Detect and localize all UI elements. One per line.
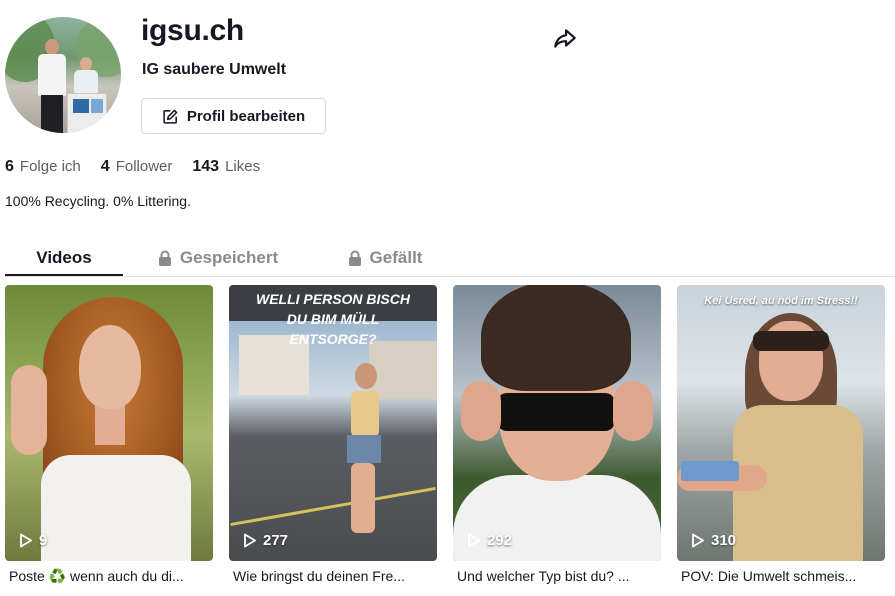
tab-liked-label: Gefällt: [369, 248, 423, 267]
video-caption[interactable]: Wie bringst du deinen Fre...: [233, 568, 443, 584]
tab-videos[interactable]: Videos: [5, 240, 123, 276]
thumb-hand: [613, 381, 653, 441]
thumb-hand: [11, 365, 47, 455]
avatar-stand-logo: [91, 99, 103, 113]
profile-page: igsu.ch IG saubere Umwelt Profil bearbei…: [0, 0, 895, 596]
avatar-person-body: [38, 54, 66, 96]
thumb-shorts: [347, 435, 381, 463]
stat-following[interactable]: 6 Folge ich: [5, 158, 81, 176]
video-caption-start: Poste: [9, 568, 45, 584]
stat-following-count: 6: [5, 158, 14, 175]
avatar-stand-logo: [73, 99, 89, 113]
thumb-face: [79, 325, 141, 409]
view-count-value: 310: [711, 532, 737, 549]
bio: 100% Recycling. 0% Littering.: [5, 193, 191, 209]
avatar-person-legs: [41, 95, 63, 133]
recycling-emoji: ♻️: [48, 568, 67, 584]
stat-followers-label: Follower: [115, 158, 173, 175]
profile-stats: 6 Folge ich 4 Follower 143 Likes: [5, 158, 260, 176]
thumb-overlay-text: Kei Usred, au nöd im Stress!!: [704, 295, 858, 307]
video-caption-end: wenn auch du di...: [66, 568, 184, 584]
thumb-neck: [95, 405, 125, 445]
lock-icon: [158, 250, 171, 266]
view-count-value: 277: [263, 532, 289, 549]
thumb-sunglasses: [497, 393, 615, 431]
play-icon: [244, 533, 256, 548]
tab-active-indicator: [5, 274, 123, 276]
stat-following-label: Folge ich: [19, 158, 81, 175]
stat-likes-count: 143: [192, 158, 220, 175]
stat-likes-label: Likes: [225, 158, 261, 175]
view-count: 9: [19, 532, 47, 549]
edit-profile-label: Profil bearbeiten: [186, 107, 306, 125]
video-card[interactable]: 9: [5, 285, 213, 561]
video-caption[interactable]: POV: Die Umwelt schmeis...: [681, 568, 891, 584]
profile-tabs: Videos Gespeichert Gefällt: [5, 240, 895, 277]
thumb-wrapper: [681, 461, 739, 481]
video-caption[interactable]: Und welcher Typ bist du? ...: [457, 568, 667, 584]
username: igsu.ch: [141, 14, 244, 47]
play-icon: [20, 533, 32, 548]
thumb-hair: [481, 285, 631, 391]
lock-icon: [348, 250, 361, 266]
thumb-hand: [461, 381, 501, 441]
thumb-legs: [351, 463, 375, 533]
view-count-value: 292: [487, 532, 513, 549]
thumb-body: [351, 391, 379, 437]
play-icon: [468, 533, 480, 548]
thumb-head: [355, 363, 377, 389]
stat-followers-count: 4: [100, 158, 110, 175]
view-count: 310: [691, 532, 736, 549]
video-thumbnail: WELLI PERSON BISCH DU BIM MÜLL ENTSORGE?: [229, 285, 437, 561]
play-icon: [692, 533, 704, 548]
video-card[interactable]: WELLI PERSON BISCH DU BIM MÜLL ENTSORGE?…: [229, 285, 437, 561]
avatar-person-head: [45, 39, 59, 55]
view-count: 277: [243, 532, 288, 549]
video-caption[interactable]: Poste ♻️ wenn auch du di...: [9, 568, 219, 585]
share-icon[interactable]: [552, 26, 578, 52]
edit-icon: [163, 109, 178, 124]
thumb-building: [369, 341, 437, 399]
avatar[interactable]: [5, 17, 121, 133]
nickname: IG saubere Umwelt: [142, 61, 287, 78]
thumb-sunglasses: [753, 331, 829, 351]
edit-profile-button[interactable]: Profil bearbeiten: [141, 98, 326, 134]
view-count-value: 9: [39, 532, 48, 549]
stat-likes: 143 Likes: [192, 158, 260, 176]
view-count: 292: [467, 532, 512, 549]
video-thumbnail: Kei Usred, au nöd im Stress!!: [677, 285, 885, 561]
video-thumbnail: [5, 285, 213, 561]
avatar-person-head: [80, 57, 92, 71]
thumb-road-line: [230, 486, 436, 527]
video-card[interactable]: 292: [453, 285, 661, 561]
stat-followers[interactable]: 4 Follower: [101, 158, 173, 176]
video-card[interactable]: Kei Usred, au nöd im Stress!! 310: [677, 285, 885, 561]
thumb-overlay-text: WELLI PERSON BISCH DU BIM MÜLL ENTSORGE?: [255, 291, 410, 347]
tab-videos-label: Videos: [36, 248, 92, 267]
tab-saved-label: Gespeichert: [179, 248, 279, 267]
tab-saved[interactable]: Gespeichert: [155, 240, 281, 276]
tab-liked[interactable]: Gefällt: [343, 240, 427, 276]
video-thumbnail: [453, 285, 661, 561]
thumb-top: [41, 455, 191, 561]
